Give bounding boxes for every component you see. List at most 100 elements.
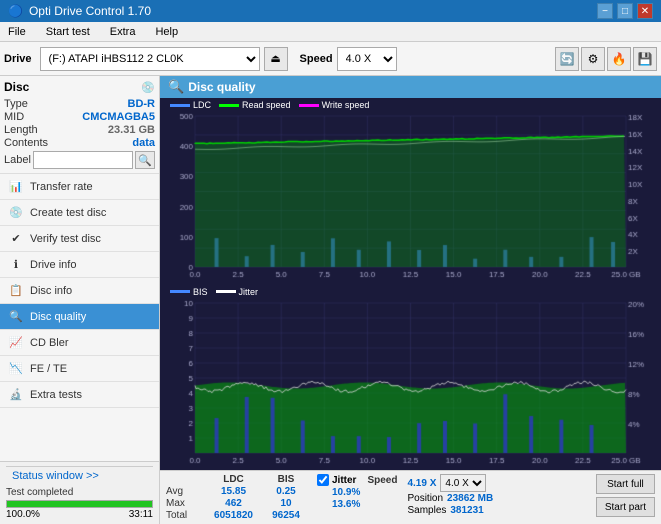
eject-button[interactable]: ⏏: [264, 47, 288, 71]
main-area: Disc 💿 Type BD-R MID CMCMAGBA5 Length 23…: [0, 76, 661, 524]
nav-cd-bler[interactable]: 📈 CD Bler: [0, 330, 159, 356]
stats-header-empty: [166, 474, 206, 485]
nav-fe-te-label: FE / TE: [30, 363, 67, 375]
total-ldc: 6051820: [206, 510, 261, 521]
write-speed-legend-label: Write speed: [322, 100, 370, 110]
label-browse-button[interactable]: 🔍: [135, 151, 155, 169]
stats-header-bis: BIS: [261, 474, 311, 485]
nav-items: 📊 Transfer rate 💿 Create test disc ✔ Ver…: [0, 174, 159, 408]
disc-section: Disc 💿 Type BD-R MID CMCMAGBA5 Length 23…: [0, 76, 159, 174]
nav-cd-bler-label: CD Bler: [30, 337, 69, 349]
samples-label: Samples: [407, 505, 446, 516]
maximize-button[interactable]: □: [617, 3, 633, 19]
drive-label: Drive: [4, 53, 32, 65]
nav-disc-quality-label: Disc quality: [30, 311, 86, 323]
jitter-stats: Jitter Speed 10.9% 13.6%: [317, 474, 397, 510]
contents-label: Contents: [4, 137, 48, 149]
nav-fe-te[interactable]: 📉 FE / TE: [0, 356, 159, 382]
bis-legend-label: BIS: [193, 287, 208, 297]
speed-label: Speed: [300, 53, 333, 65]
nav-verify-test-disc-label: Verify test disc: [30, 233, 101, 245]
nav-disc-quality[interactable]: 🔍 Disc quality: [0, 304, 159, 330]
position-label: Position: [407, 493, 443, 504]
save-button[interactable]: 💾: [633, 47, 657, 71]
nav-create-test-disc[interactable]: 💿 Create test disc: [0, 200, 159, 226]
content-title: Disc quality: [188, 80, 255, 94]
position-value: 23862 MB: [447, 493, 493, 504]
max-bis: 10: [261, 498, 311, 509]
speed-select[interactable]: 4.0 X 2.0 X 8.0 X: [337, 47, 397, 71]
max-ldc: 462: [206, 498, 261, 509]
label-label: Label: [4, 154, 31, 166]
menu-start-test[interactable]: Start test: [42, 24, 94, 40]
start-full-button[interactable]: Start full: [596, 474, 655, 494]
charts-area: LDC Read speed Write speed: [160, 98, 661, 470]
drive-select[interactable]: (F:) ATAPI iHBS112 2 CL0K: [40, 47, 260, 71]
status-window-button[interactable]: Status window >>: [6, 466, 153, 485]
progress-bar-container: [6, 500, 153, 508]
jitter-checkbox[interactable]: [317, 474, 329, 486]
nav-disc-info-label: Disc info: [30, 285, 72, 297]
nav-drive-info[interactable]: ℹ Drive info: [0, 252, 159, 278]
burn-button[interactable]: 🔥: [607, 47, 631, 71]
progress-percent: 100.0%: [6, 509, 40, 520]
bis-legend: BIS: [170, 287, 208, 297]
max-jitter: 13.6%: [317, 499, 397, 510]
stats-header-ldc: LDC: [206, 474, 261, 485]
create-test-disc-icon: 💿: [8, 205, 24, 221]
app-icon: 🔵: [8, 4, 23, 18]
bottom-chart-legend: BIS Jitter: [170, 287, 258, 297]
length-label: Length: [4, 124, 38, 136]
settings-button[interactable]: ⚙: [581, 47, 605, 71]
bottom-chart: BIS Jitter: [160, 285, 661, 471]
mid-label: MID: [4, 111, 24, 123]
content-area: 🔍 Disc quality LDC Read speed: [160, 76, 661, 524]
ldc-legend-label: LDC: [193, 100, 211, 110]
speed-value: 4.19 X: [407, 478, 436, 489]
refresh-button[interactable]: 🔄: [555, 47, 579, 71]
speed-stat-select[interactable]: 4.0 X: [440, 474, 486, 492]
disc-title: Disc: [4, 80, 29, 94]
transfer-rate-icon: 📊: [8, 179, 24, 195]
jitter-legend: Jitter: [216, 287, 259, 297]
menu-help[interactable]: Help: [151, 24, 182, 40]
nav-disc-info[interactable]: 📋 Disc info: [0, 278, 159, 304]
verify-test-disc-icon: ✔: [8, 231, 24, 247]
ldc-legend: LDC: [170, 100, 211, 110]
content-header: 🔍 Disc quality: [160, 76, 661, 98]
disc-icon: 💿: [141, 81, 155, 94]
position-row: Position 23862 MB: [407, 493, 493, 504]
length-value: 23.31 GB: [108, 124, 155, 136]
mid-value: CMCMAGBA5: [82, 111, 155, 123]
nav-drive-info-label: Drive info: [30, 259, 76, 271]
nav-extra-tests-label: Extra tests: [30, 389, 82, 401]
status-bottom: 100.0% 33:11: [6, 509, 153, 520]
disc-length-row: Length 23.31 GB: [4, 124, 155, 136]
nav-verify-test-disc[interactable]: ✔ Verify test disc: [0, 226, 159, 252]
menu-bar: File Start test Extra Help: [0, 22, 661, 42]
nav-extra-tests[interactable]: 🔬 Extra tests: [0, 382, 159, 408]
start-part-button[interactable]: Start part: [596, 497, 655, 517]
content-header-icon: 🔍: [168, 79, 184, 95]
total-bis: 96254: [261, 510, 311, 521]
menu-file[interactable]: File: [4, 24, 30, 40]
close-button[interactable]: ✕: [637, 3, 653, 19]
disc-contents-row: Contents data: [4, 137, 155, 149]
max-label: Max: [166, 498, 206, 509]
jitter-legend-label: Jitter: [239, 287, 259, 297]
elapsed-time: 33:11: [129, 509, 153, 520]
label-input[interactable]: [33, 151, 133, 169]
minimize-button[interactable]: −: [597, 3, 613, 19]
status-text: Test completed: [6, 487, 153, 498]
read-speed-legend-label: Read speed: [242, 100, 291, 110]
type-label: Type: [4, 98, 28, 110]
speed-position-stats: 4.19 X 4.0 X Position 23862 MB Samples 3…: [407, 474, 493, 516]
nav-transfer-rate[interactable]: 📊 Transfer rate: [0, 174, 159, 200]
toolbar: Drive (F:) ATAPI iHBS112 2 CL0K ⏏ Speed …: [0, 42, 661, 76]
menu-extra[interactable]: Extra: [106, 24, 140, 40]
avg-ldc: 15.85: [206, 486, 261, 497]
disc-quality-icon: 🔍: [8, 309, 24, 325]
title-bar: 🔵 Opti Drive Control 1.70 − □ ✕: [0, 0, 661, 22]
disc-type-row: Type BD-R: [4, 98, 155, 110]
read-speed-legend: Read speed: [219, 100, 291, 110]
